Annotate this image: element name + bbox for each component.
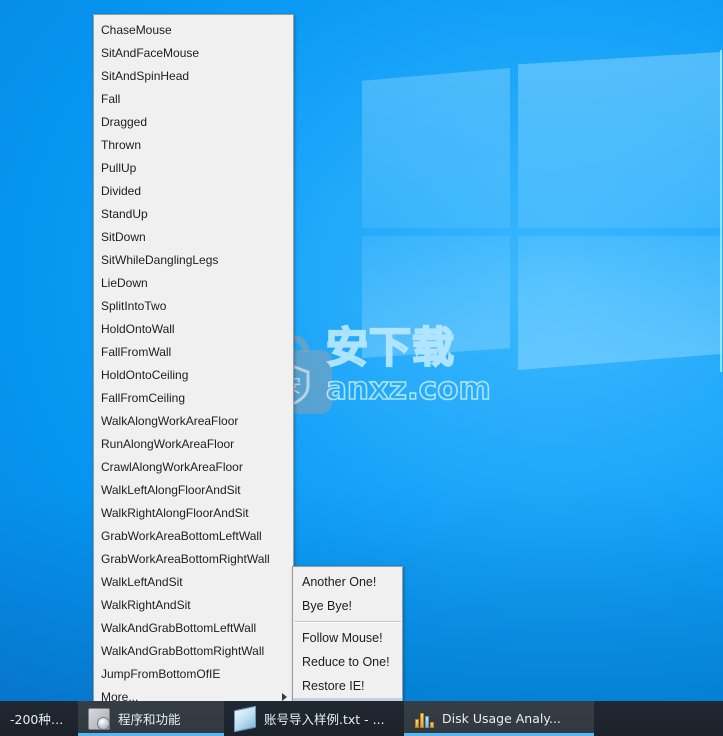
behaviors-item[interactable]: WalkAndGrabBottomRightWall [94, 639, 293, 662]
taskbar-item-label: 账号导入样例.txt - ... [264, 712, 385, 727]
windows-logo-right-edge [720, 50, 722, 372]
behaviors-item-label: HoldOntoWall [101, 321, 175, 336]
behaviors-item-label: StandUp [101, 206, 148, 221]
behaviors-item-label: LieDown [101, 275, 148, 290]
behaviors-item[interactable]: PullUp [94, 156, 293, 179]
behaviors-submenu[interactable]: ChaseMouse SitAndFaceMouse SitAndSpinHead F… [93, 14, 294, 704]
behaviors-item-label: CrawlAlongWorkAreaFloor [101, 459, 243, 474]
behaviors-item[interactable]: LieDown [94, 271, 293, 294]
behaviors-item-label: PullUp [101, 160, 137, 175]
menu-separator [294, 621, 401, 623]
behaviors-item-label: SitWhileDanglingLegs [101, 252, 219, 267]
behaviors-item-label: SitAndSpinHead [101, 68, 190, 83]
behaviors-item-label: WalkRightAlongFloorAndSit [101, 505, 249, 520]
behaviors-item[interactable]: GrabWorkAreaBottomLeftWall [94, 524, 293, 547]
disk-usage-analyzer-icon [414, 709, 434, 729]
taskbar-item-label: 程序和功能 [118, 712, 181, 727]
behaviors-item[interactable]: Thrown [94, 133, 293, 156]
behaviors-item-label: WalkRightAndSit [101, 597, 191, 612]
behaviors-item-label: Fall [101, 91, 121, 106]
behaviors-item[interactable]: ChaseMouse [94, 18, 293, 41]
behaviors-item[interactable]: WalkAndGrabBottomLeftWall [94, 616, 293, 639]
behaviors-item-label: FallFromWall [101, 344, 172, 359]
context-menu-item[interactable]: Follow Mouse! [293, 626, 402, 650]
behaviors-item[interactable]: Fall [94, 87, 293, 110]
behaviors-item-label: WalkLeftAlongFloorAndSit [101, 482, 241, 497]
behaviors-item[interactable]: HoldOntoCeiling [94, 363, 293, 386]
behaviors-item[interactable]: WalkRightAlongFloorAndSit [94, 501, 293, 524]
behaviors-item-label: JumpFromBottomOfIE [101, 666, 221, 681]
windows-logo-pane-top-left [362, 68, 510, 228]
behaviors-item[interactable]: CrawlAlongWorkAreaFloor [94, 455, 293, 478]
taskbar[interactable]: -200种语... 程序和功能 账号导入样例.txt - ... Disk Usage… [0, 701, 723, 736]
context-menu-item-list: Another One! Bye Bye! Follow Mouse! Reduce … [293, 570, 402, 722]
behaviors-item-label: WalkAndGrabBottomLeftWall [101, 620, 257, 635]
windows-logo-pane-top-right [518, 52, 722, 228]
behaviors-item[interactable]: HoldOntoWall [94, 317, 293, 340]
behaviors-item-label: ChaseMouse [101, 22, 172, 37]
behaviors-item-label: HoldOntoCeiling [101, 367, 189, 382]
behaviors-item[interactable]: WalkLeftAndSit [94, 570, 293, 593]
taskbar-item-label: -200种语... [10, 712, 68, 727]
taskbar-item[interactable]: 账号导入样例.txt - ... [224, 701, 404, 736]
behaviors-item[interactable]: SitWhileDanglingLegs [94, 248, 293, 271]
context-menu-item-label: Follow Mouse! [302, 631, 383, 645]
taskbar-item-list: -200种语... 程序和功能 账号导入样例.txt - ... Disk Usage… [0, 701, 594, 736]
behaviors-item-label: WalkAlongWorkAreaFloor [101, 413, 239, 428]
behaviors-item[interactable]: JumpFromBottomOfIE [94, 662, 293, 685]
behaviors-item[interactable]: WalkLeftAlongFloorAndSit [94, 478, 293, 501]
windows-logo-pane-bottom-right [518, 236, 722, 370]
behaviors-item[interactable]: Dragged [94, 110, 293, 133]
context-menu-item[interactable]: Restore IE! [293, 674, 402, 698]
behaviors-item[interactable]: GrabWorkAreaBottomRightWall [94, 547, 293, 570]
behaviors-item[interactable]: SitAndFaceMouse [94, 41, 293, 64]
behaviors-item-label: WalkLeftAndSit [101, 574, 183, 589]
context-menu-item[interactable]: Bye Bye! [293, 594, 402, 618]
context-menu-item-label: Bye Bye! [302, 599, 353, 613]
taskbar-item[interactable]: Disk Usage Analy... [404, 701, 594, 736]
text-document-icon [234, 705, 256, 732]
behaviors-item-label: SitDown [101, 229, 146, 244]
behaviors-item[interactable]: Divided [94, 179, 293, 202]
watermark-latin: anxz.com [325, 371, 491, 407]
behaviors-item[interactable]: SplitIntoTwo [94, 294, 293, 317]
behaviors-item[interactable]: SitAndSpinHead [94, 64, 293, 87]
behaviors-item-label: SplitIntoTwo [101, 298, 167, 313]
context-menu-item[interactable]: Reduce to One! [293, 650, 402, 674]
behaviors-item[interactable]: WalkRightAndSit [94, 593, 293, 616]
windows-logo-pane-bottom-left [362, 236, 510, 358]
behaviors-item[interactable]: WalkAlongWorkAreaFloor [94, 409, 293, 432]
behaviors-item-list: ChaseMouse SitAndFaceMouse SitAndSpinHead F… [94, 18, 293, 685]
behaviors-item[interactable]: RunAlongWorkAreaFloor [94, 432, 293, 455]
context-menu-item-label: Reduce to One! [302, 655, 390, 669]
behaviors-item-label: Thrown [101, 137, 142, 152]
behaviors-item[interactable]: FallFromCeiling [94, 386, 293, 409]
programs-and-features-icon [88, 707, 110, 730]
behaviors-item-label: SitAndFaceMouse [101, 45, 200, 60]
context-menu-item-label: Restore IE! [302, 679, 365, 693]
behaviors-item-label: GrabWorkAreaBottomRightWall [101, 551, 270, 566]
behaviors-item-label: Divided [101, 183, 142, 198]
behaviors-item-label: WalkAndGrabBottomRightWall [101, 643, 265, 658]
behaviors-item[interactable]: SitDown [94, 225, 293, 248]
behaviors-item-label: Dragged [101, 114, 148, 129]
behaviors-item[interactable]: StandUp [94, 202, 293, 225]
taskbar-item-label: Disk Usage Analy... [442, 711, 561, 726]
context-menu[interactable]: Another One! Bye Bye! Follow Mouse! Reduce … [292, 566, 403, 722]
behaviors-item-label: FallFromCeiling [101, 390, 186, 405]
chevron-right-icon [282, 692, 287, 701]
taskbar-item[interactable]: -200种语... [0, 701, 78, 736]
context-menu-item[interactable]: Another One! [293, 570, 402, 594]
context-menu-item-label: Another One! [302, 575, 377, 589]
windows-logo [362, 38, 723, 372]
behaviors-item-label: RunAlongWorkAreaFloor [101, 436, 235, 451]
behaviors-item-label: GrabWorkAreaBottomLeftWall [101, 528, 262, 543]
behaviors-item[interactable]: FallFromWall [94, 340, 293, 363]
taskbar-item[interactable]: 程序和功能 [78, 701, 224, 736]
